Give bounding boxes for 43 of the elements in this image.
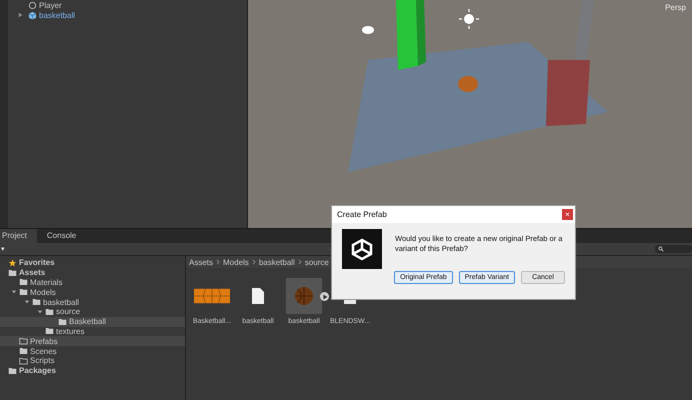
folder-item[interactable]: Models bbox=[30, 288, 56, 297]
cube-logo-icon bbox=[342, 229, 382, 269]
close-button[interactable]: × bbox=[562, 209, 573, 220]
folder-item[interactable]: basketball bbox=[43, 298, 80, 307]
object-icon bbox=[28, 0, 37, 10]
expand-play-icon[interactable] bbox=[320, 292, 329, 301]
folder-item[interactable]: Prefabs bbox=[30, 336, 58, 346]
expand-arrow-icon[interactable] bbox=[18, 12, 24, 18]
breadcrumb-item[interactable]: Models bbox=[223, 258, 249, 266]
breadcrumb-item[interactable]: basketball bbox=[258, 258, 295, 266]
star-icon bbox=[8, 258, 17, 267]
panel-tab[interactable]: Project bbox=[0, 229, 37, 243]
outline-folder-icon bbox=[19, 356, 28, 365]
hierarchy-item[interactable]: basketball bbox=[39, 10, 76, 20]
folder-item[interactable]: Materials bbox=[30, 278, 62, 287]
search-field[interactable] bbox=[655, 245, 692, 253]
outline-folder-icon bbox=[19, 337, 28, 346]
expanded-arrow-icon[interactable] bbox=[11, 289, 17, 296]
cube-icon bbox=[28, 10, 37, 20]
folder-icon bbox=[8, 366, 17, 375]
panel-tab[interactable]: Console bbox=[36, 229, 86, 243]
breadcrumb-item[interactable]: source bbox=[304, 258, 329, 266]
chevron-icon bbox=[298, 259, 302, 265]
document-icon[interactable] bbox=[251, 287, 265, 305]
search-icon bbox=[658, 246, 664, 252]
folder-item[interactable]: Favorites bbox=[19, 258, 55, 268]
folder-item[interactable]: Packages bbox=[19, 366, 56, 376]
texture-thumbnail[interactable] bbox=[194, 286, 230, 306]
folder-item[interactable]: Assets bbox=[19, 268, 46, 278]
folder-item[interactable]: textures bbox=[56, 326, 84, 336]
expanded-arrow-icon[interactable] bbox=[24, 299, 30, 306]
folder-item[interactable]: Scenes bbox=[30, 346, 57, 356]
expanded-arrow-icon[interactable] bbox=[37, 308, 43, 315]
folder-item[interactable]: source bbox=[56, 307, 80, 316]
dialog-title: Create Prefab bbox=[337, 210, 387, 219]
chevron-icon bbox=[252, 259, 256, 265]
hierarchy-item[interactable]: Player bbox=[39, 0, 62, 10]
breadcrumb-item[interactable]: Assets bbox=[189, 258, 214, 266]
folder-item[interactable]: Basketball bbox=[69, 317, 106, 326]
folder-item[interactable]: Scripts bbox=[30, 356, 54, 366]
chevron-icon bbox=[216, 259, 220, 265]
view-mode-label[interactable]: Persp bbox=[665, 3, 686, 12]
ball-thumbnail[interactable] bbox=[294, 286, 314, 306]
